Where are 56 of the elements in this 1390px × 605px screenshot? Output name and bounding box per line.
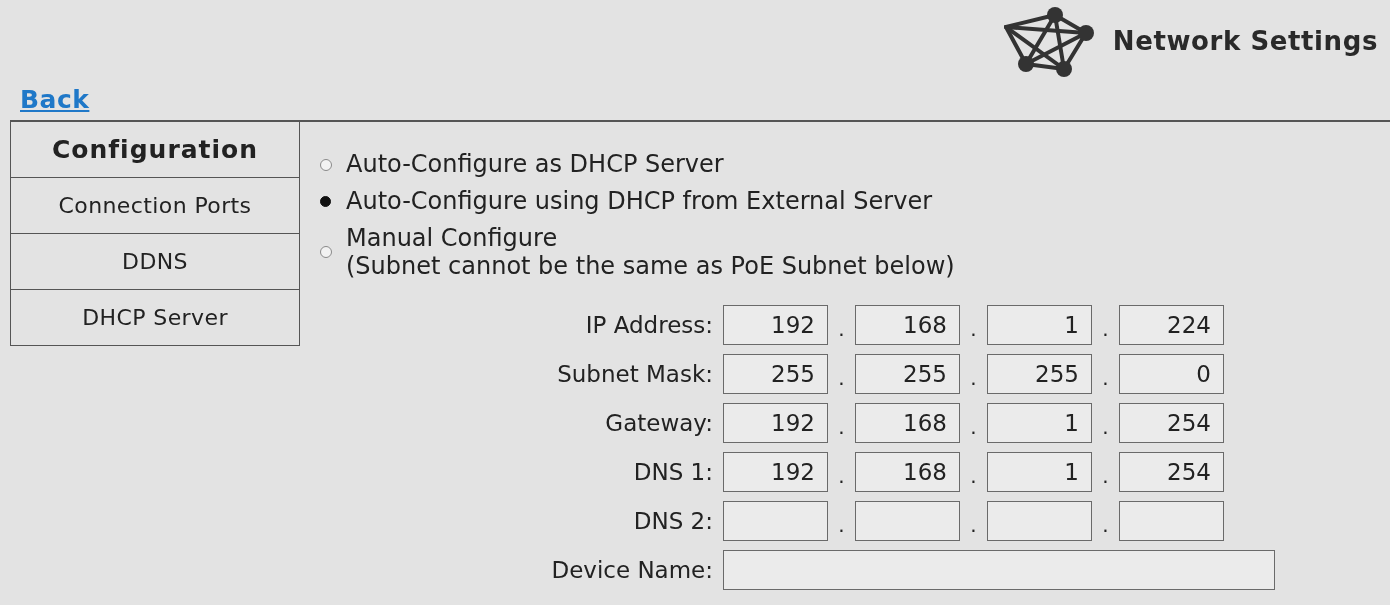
back-link[interactable]: Back xyxy=(20,81,90,119)
octet-field[interactable]: 224 xyxy=(1119,305,1224,345)
tab[interactable]: DDNS xyxy=(10,234,300,290)
octet-field[interactable]: 255 xyxy=(723,354,828,394)
octet-separator: . xyxy=(1101,415,1110,441)
octet-separator: . xyxy=(969,513,978,539)
octet-field[interactable]: 0 xyxy=(1119,354,1224,394)
network-icon xyxy=(1002,6,1095,78)
tab[interactable]: DHCP Server xyxy=(10,290,300,346)
field-label: DNS 2: xyxy=(632,506,713,536)
octet-separator: . xyxy=(1101,513,1110,539)
octet-field[interactable]: 255 xyxy=(855,354,960,394)
option-note: (Subnet cannot be the same as PoE Subnet below) xyxy=(346,252,955,280)
octet-separator: . xyxy=(837,464,846,490)
octet-separator: . xyxy=(969,317,978,343)
octet-separator: . xyxy=(969,366,978,392)
octet-field[interactable]: 168 xyxy=(855,452,960,492)
octet-field[interactable]: 168 xyxy=(855,305,960,345)
option-label[interactable]: Auto-Configure using DHCP from External Server xyxy=(346,183,932,220)
device-name-field[interactable] xyxy=(723,550,1275,590)
octet-field[interactable]: 1 xyxy=(987,403,1092,443)
option-label[interactable]: Manual Configure xyxy=(346,224,955,252)
octet-field[interactable] xyxy=(723,501,828,541)
octet-separator: . xyxy=(969,464,978,490)
field-label: DNS 1: xyxy=(632,457,713,487)
octet-field[interactable]: 1 xyxy=(987,305,1092,345)
octet-separator: . xyxy=(1101,317,1110,343)
octet-separator: . xyxy=(837,513,846,539)
octet-field[interactable]: 254 xyxy=(1119,403,1224,443)
octet-field[interactable]: 168 xyxy=(855,403,960,443)
octet-field[interactable] xyxy=(1119,501,1224,541)
octet-field[interactable]: 192 xyxy=(723,403,828,443)
octet-field[interactable] xyxy=(987,501,1092,541)
octet-separator: . xyxy=(837,317,846,343)
octet-separator: . xyxy=(969,415,978,441)
option-label[interactable]: Auto-Configure as DHCP Server xyxy=(346,146,724,183)
octet-separator: . xyxy=(837,366,846,392)
octet-field[interactable]: 192 xyxy=(723,305,828,345)
octet-field[interactable]: 254 xyxy=(1119,452,1224,492)
tab[interactable]: Connection Ports xyxy=(10,178,300,234)
octet-field[interactable]: 1 xyxy=(987,452,1092,492)
octet-separator: . xyxy=(1101,464,1110,490)
octet-field[interactable] xyxy=(855,501,960,541)
field-label: IP Address: xyxy=(584,310,713,340)
field-label: Device Name: xyxy=(550,555,713,585)
octet-field[interactable]: 255 xyxy=(987,354,1092,394)
octet-separator: . xyxy=(1101,366,1110,392)
field-label: Subnet Mask: xyxy=(556,359,713,389)
radio-button[interactable] xyxy=(320,246,332,258)
radio-button[interactable] xyxy=(320,158,332,171)
tab[interactable]: Configuration xyxy=(10,122,300,178)
radio-button[interactable] xyxy=(320,196,331,207)
page-title: Network Settings xyxy=(1112,26,1378,58)
field-label: Gateway: xyxy=(604,408,713,438)
octet-field[interactable]: 192 xyxy=(723,452,828,492)
octet-separator: . xyxy=(837,415,846,441)
